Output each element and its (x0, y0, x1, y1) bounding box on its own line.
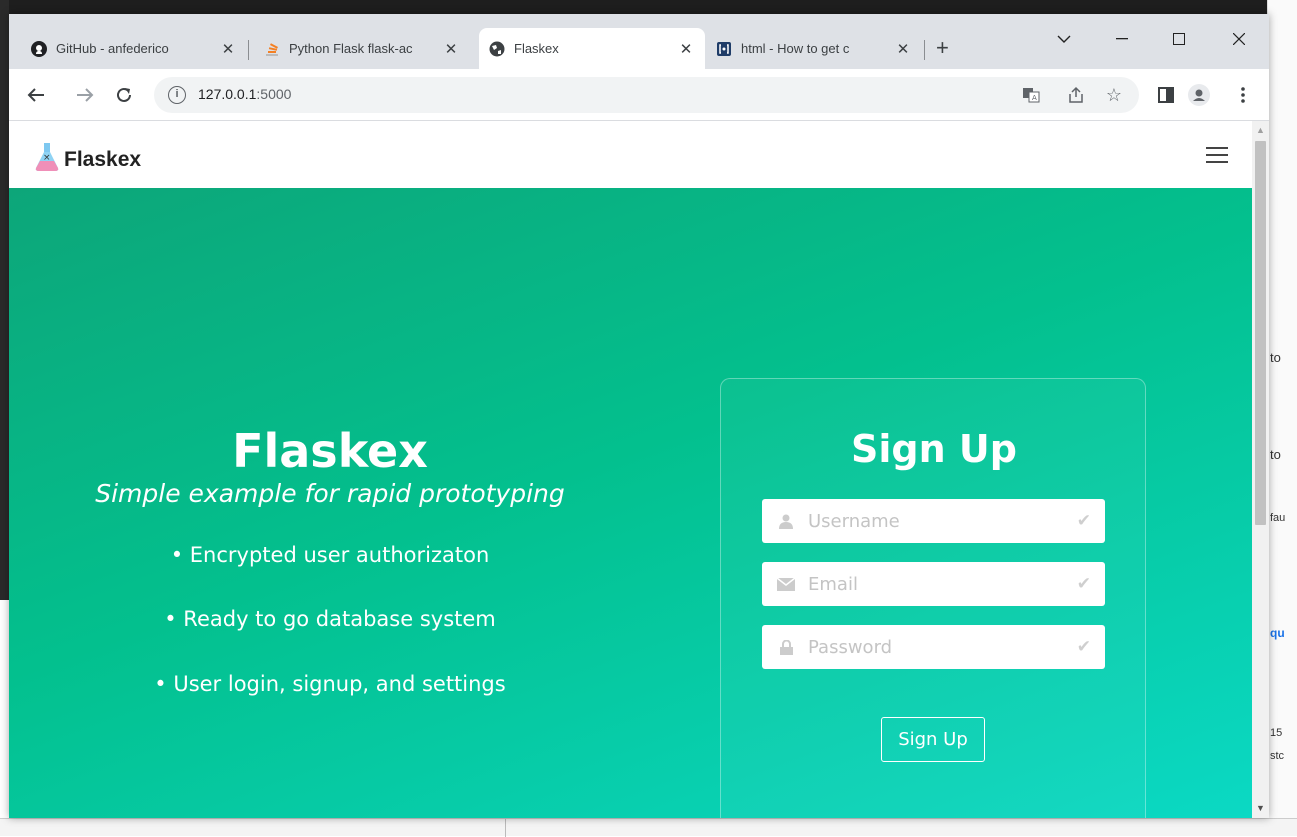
translate-icon[interactable]: A (1019, 83, 1043, 107)
new-tab-button[interactable]: + (936, 37, 949, 59)
svg-text:A: A (1032, 94, 1037, 102)
tab-github[interactable]: GitHub - anfederico ✕ (21, 28, 247, 69)
reload-icon[interactable] (112, 83, 136, 107)
tab-separator (248, 40, 249, 60)
bg-text-fragment: fau (1270, 512, 1286, 524)
signup-title: Sign Up (851, 427, 1017, 471)
github-icon (31, 40, 47, 57)
username-input[interactable] (808, 499, 1068, 543)
close-icon[interactable]: ✕ (219, 40, 237, 58)
page-viewport: × Flaskex Flaskex Simple example for rap… (9, 121, 1269, 818)
browser-window: GitHub - anfederico ✕ Python Flask flask… (9, 14, 1269, 818)
divider (505, 819, 506, 837)
tab-flaskex[interactable]: Flaskex ✕ (479, 28, 705, 69)
address-bar[interactable]: i 127.0.0.1:5000 A ☆ (154, 77, 1139, 113)
password-field: ✔ (762, 625, 1105, 669)
desktop-background-top (0, 0, 1297, 14)
envelope-icon (777, 575, 795, 593)
bg-text-fragment: to (1270, 350, 1281, 365)
url-port: :5000 (256, 86, 292, 102)
hero-title: Flaskex (232, 424, 428, 478)
tab-label: Python Flask flask-ac (289, 41, 413, 56)
close-icon[interactable]: ✕ (894, 40, 912, 58)
scrollbar[interactable]: ▲ ▼ (1252, 121, 1269, 818)
feature-item: • Ready to go database system (164, 607, 496, 631)
site-info-icon[interactable]: i (168, 86, 186, 104)
more-menu-icon[interactable] (1231, 83, 1255, 107)
email-input[interactable] (808, 562, 1068, 606)
username-field: ✔ (762, 499, 1105, 543)
feature-item: • Encrypted user authorizaton (170, 543, 490, 567)
tab-label: html - How to get c (741, 41, 850, 56)
url-host: 127.0.0.1 (198, 86, 257, 102)
tab-strip: GitHub - anfederico ✕ Python Flask flask… (9, 14, 1269, 69)
side-panel-icon[interactable] (1154, 83, 1178, 107)
close-window-icon[interactable] (1216, 24, 1262, 54)
forward-arrow-icon[interactable] (73, 83, 97, 107)
feature-item: • User login, signup, and settings (154, 672, 506, 696)
tab-label: Flaskex (514, 41, 559, 56)
check-icon: ✔ (1076, 574, 1091, 593)
password-input[interactable] (808, 625, 1068, 669)
check-icon: ✔ (1076, 637, 1091, 656)
desktop-background-left (0, 0, 9, 600)
scroll-down-arrow-icon[interactable]: ▼ (1256, 803, 1265, 813)
bg-text-fragment: stc (1270, 750, 1285, 762)
hero-subtitle: Simple example for rapid prototyping (95, 479, 565, 508)
scrollbar-thumb[interactable] (1255, 141, 1266, 525)
share-icon[interactable] (1064, 83, 1088, 107)
tab-search-icon[interactable] (1041, 24, 1087, 54)
background-window-right: to to fau qu 15 stc (1267, 0, 1297, 836)
tab-stackoverflow[interactable]: Python Flask flask-ac ✕ (254, 28, 470, 69)
bookmark-star-icon[interactable]: ☆ (1102, 83, 1126, 107)
url-text: 127.0.0.1:5000 (198, 86, 291, 102)
lock-icon (777, 638, 795, 656)
brand-name: Flaskex (64, 147, 142, 171)
flask-logo-icon: × (34, 143, 60, 176)
svg-text:×: × (43, 153, 51, 163)
email-field: ✔ (762, 562, 1105, 606)
close-icon[interactable]: ✕ (677, 40, 695, 58)
tab-html-question[interactable]: html - How to get c ✕ (706, 28, 922, 69)
browser-toolbar: i 127.0.0.1:5000 A ☆ (9, 69, 1269, 121)
bg-text-fragment: 15 (1270, 727, 1283, 739)
scroll-up-arrow-icon[interactable]: ▲ (1256, 125, 1265, 135)
brackets-icon (716, 41, 732, 57)
user-icon (777, 512, 795, 530)
brand[interactable]: × Flaskex (34, 143, 141, 176)
signup-button[interactable]: Sign Up (881, 717, 985, 762)
bg-text-fragment: qu (1270, 626, 1285, 640)
profile-avatar-icon[interactable] (1187, 83, 1211, 107)
hamburger-menu-icon[interactable] (1206, 147, 1228, 164)
tab-label: GitHub - anfederico (56, 41, 169, 56)
globe-icon (489, 41, 505, 57)
stackoverflow-icon (264, 41, 280, 57)
close-icon[interactable]: ✕ (442, 40, 460, 58)
bg-text-fragment: to (1270, 447, 1281, 462)
background-window-bottom (0, 818, 1297, 837)
hero-section: Flaskex Simple example for rapid prototy… (9, 188, 1252, 818)
site-navbar: × Flaskex (9, 121, 1252, 188)
tab-separator (924, 40, 925, 60)
signup-card: Sign Up ✔ ✔ (720, 378, 1146, 818)
maximize-icon[interactable] (1156, 24, 1202, 54)
minimize-icon[interactable] (1099, 24, 1145, 54)
check-icon: ✔ (1076, 511, 1091, 530)
back-arrow-icon[interactable] (24, 83, 48, 107)
